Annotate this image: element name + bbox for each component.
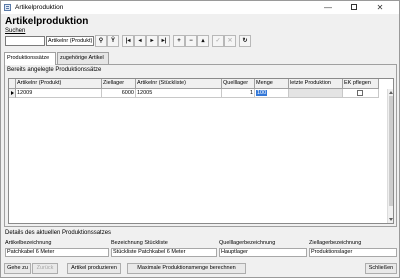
detail-value-field: Stückliste Patchkabel 6 Meter	[111, 248, 217, 257]
cell-ziellager[interactable]: 6000	[102, 89, 136, 98]
title-bar: Artikelproduktion — ✕	[1, 1, 399, 14]
back-button[interactable]: Zurück	[32, 263, 58, 274]
search-label: Suchen	[5, 28, 26, 34]
detail-value-field: Patchkabel 6 Meter	[5, 248, 109, 257]
column-header-artikelnr-stueckliste[interactable]: Artikelnr (Stückliste)	[136, 79, 222, 89]
detail-ziellagerbezeichnung: Ziellagerbezeichnung Produktionslager	[309, 239, 397, 259]
detail-label: Quelllagerbezeichnung	[219, 240, 276, 246]
produce-article-button[interactable]: Artikel produzieren	[67, 263, 121, 274]
details-title: Details des aktuellen Produktionssatzes	[5, 230, 112, 236]
record-toolbar: ⚲ Ÿ |◂ ◂ ▸ ▸| + − ▴ ✓ ✕ ↻	[95, 35, 251, 47]
tab-zugehoerige-artikel[interactable]: zugehörige Artikel	[57, 52, 109, 64]
maximize-button[interactable]	[341, 1, 367, 14]
next-record-icon[interactable]: ▸	[146, 35, 158, 47]
column-header-letzte-produktion[interactable]: letzte Produktion	[289, 79, 343, 89]
binoculars-icon[interactable]: ⚲	[95, 35, 107, 47]
column-header-ziellager[interactable]: Ziellager	[102, 79, 136, 89]
scroll-thumb[interactable]	[389, 96, 393, 206]
column-header-ek-pflegen[interactable]: EK pflegen	[343, 79, 379, 89]
cell-menge[interactable]: 100	[255, 89, 289, 98]
cell-ek-pflegen	[343, 89, 379, 98]
detail-artikelbezeichnung: Artikelbezeichnung Patchkabel 6 Meter	[5, 239, 109, 259]
cell-quelllager[interactable]: 1	[222, 89, 255, 98]
production-grid: Artikelnr (Produkt) Ziellager Artikelnr …	[8, 78, 394, 224]
search-field-select[interactable]: Artikelnr (Produkt)	[46, 36, 94, 46]
page-title: Artikelproduktion	[5, 16, 89, 27]
ek-pflegen-checkbox[interactable]	[357, 90, 363, 96]
maximize-icon	[351, 4, 357, 11]
refresh-icon[interactable]: ↻	[239, 35, 251, 47]
cell-letzte-produktion	[289, 89, 343, 98]
scroll-up-icon[interactable]	[389, 91, 393, 94]
confirm-icon[interactable]: ✓	[212, 35, 224, 47]
previous-record-icon[interactable]: ◂	[134, 35, 146, 47]
detail-label: Artikelbezeichnung	[5, 240, 52, 246]
minimize-button[interactable]: —	[315, 1, 341, 14]
goto-button[interactable]: Gehe zu	[4, 263, 31, 274]
first-record-icon[interactable]: |◂	[122, 35, 134, 47]
detail-value-field: Hauptlager	[219, 248, 307, 257]
current-row-indicator	[9, 89, 16, 98]
grid-vertical-scrollbar[interactable]	[387, 89, 393, 223]
menge-selected-value[interactable]: 100	[256, 90, 268, 96]
column-header-quelllager[interactable]: Quelllager	[222, 79, 255, 89]
search-input[interactable]	[5, 36, 45, 46]
app-icon	[4, 4, 11, 11]
close-button[interactable]: Schließen	[365, 263, 397, 274]
filter-icon[interactable]: Ÿ	[107, 35, 119, 47]
detail-quelllagerbezeichnung: Quelllagerbezeichnung Hauptlager	[219, 239, 307, 259]
column-header-menge[interactable]: Menge	[255, 79, 289, 89]
column-header-artikelnr-produkt[interactable]: Artikelnr (Produkt)	[16, 79, 102, 89]
detail-value-field: Produktionslager	[309, 248, 397, 257]
up-icon[interactable]: ▴	[197, 35, 209, 47]
detail-label: Ziellagerbezeichnung	[309, 240, 362, 246]
grid-header: Artikelnr (Produkt) Ziellager Artikelnr …	[9, 79, 393, 89]
detail-label: Bezeichnung Stückliste	[111, 240, 168, 246]
detail-bezeichnung-stueckliste: Bezeichnung Stückliste Stückliste Patchk…	[111, 239, 217, 259]
last-record-icon[interactable]: ▸|	[158, 35, 170, 47]
calculate-max-quantity-button[interactable]: Maximale Produktionsmenge berechnen	[127, 263, 246, 274]
cancel-icon[interactable]: ✕	[224, 35, 236, 47]
cell-artikelnr-stueckliste[interactable]: 12005	[136, 89, 222, 98]
close-window-button[interactable]: ✕	[367, 1, 393, 14]
table-row[interactable]: 12009 6000 12005 1 100	[9, 89, 393, 98]
grid-caption: Bereits angelegte Produktionssätze	[7, 67, 102, 73]
button-bar: Gehe zu Zurück Artikel produzieren Maxim…	[1, 263, 399, 277]
row-indicator-header	[9, 79, 16, 89]
remove-icon[interactable]: −	[185, 35, 197, 47]
scroll-down-icon[interactable]	[389, 218, 393, 221]
window-title: Artikelproduktion	[15, 4, 64, 11]
add-icon[interactable]: +	[173, 35, 185, 47]
tab-produktionssaetze[interactable]: Produktionssätze	[4, 52, 56, 65]
application-window: Artikelproduktion — ✕ Artikelproduktion …	[0, 0, 400, 278]
row-pointer-icon	[11, 91, 14, 95]
tab-panel-produktionssaetze: Bereits angelegte Produktionssätze Artik…	[4, 64, 397, 227]
cell-artikelnr-produkt[interactable]: 12009	[16, 89, 102, 98]
